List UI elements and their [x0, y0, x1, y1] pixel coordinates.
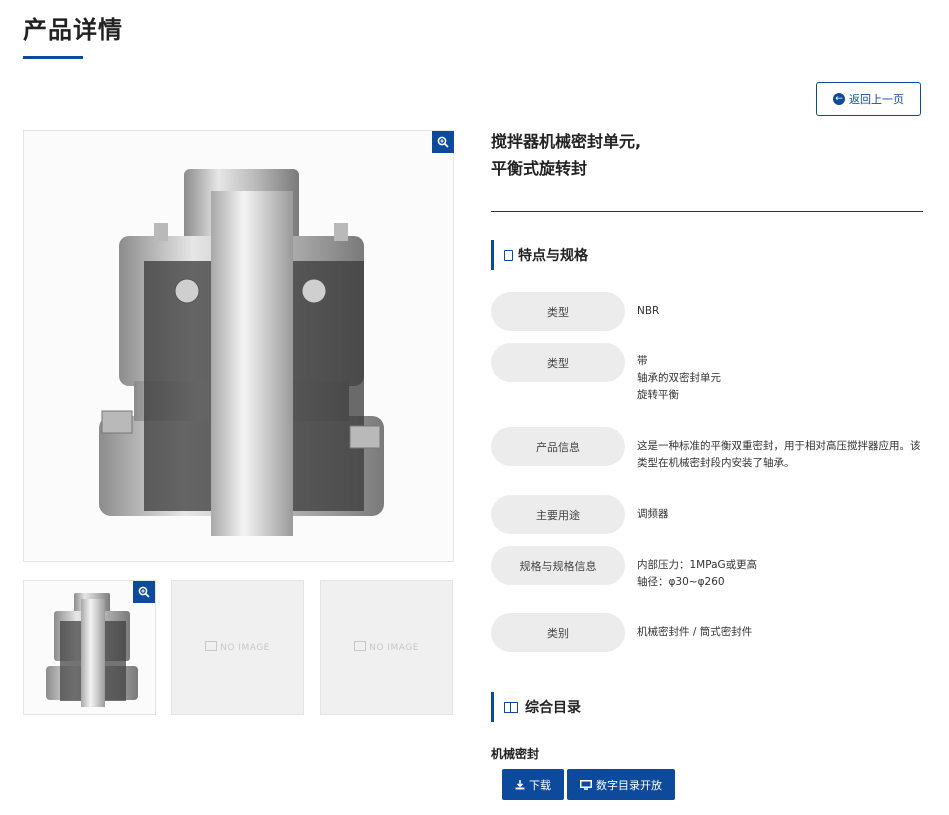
- back-button[interactable]: ← 返回上一页: [816, 82, 921, 116]
- spec-value-line: 轴承的双密封单元: [637, 372, 721, 384]
- spec-label: 规格与规格信息: [491, 546, 625, 585]
- catalog-item-label: 机械密封: [491, 747, 540, 761]
- download-icon: [515, 779, 525, 789]
- spec-value-line: 轴径：φ30~φ260: [637, 576, 725, 588]
- thumbnail-2[interactable]: NO IMAGE: [171, 580, 304, 715]
- open-digital-catalog-button[interactable]: 数字目录开放: [567, 769, 675, 800]
- spec-value: 这是一种标准的平衡双重密封，用于相对高压搅拌器应用。该类型在机械密封段内安装了轴…: [637, 440, 921, 469]
- download-button[interactable]: 下载: [502, 769, 564, 800]
- spec-value: 内部压力：1MPaG或更高 轴径：φ30~φ260: [637, 557, 922, 591]
- spec-value-line: 带: [637, 355, 648, 367]
- specs-section-title: 特点与规格: [491, 240, 588, 270]
- spec-label: 类别: [491, 613, 625, 652]
- spec-label: 主要用途: [491, 495, 625, 534]
- catalog-section-title-text: 综合目录: [525, 700, 581, 716]
- product-name-line1: 搅拌器机械密封单元,: [491, 132, 642, 151]
- divider: [491, 211, 923, 212]
- thumbnail-3[interactable]: NO IMAGE: [320, 580, 453, 715]
- image-icon: [205, 641, 218, 651]
- open-digital-catalog-label: 数字目录开放: [596, 778, 662, 792]
- download-button-label: 下载: [529, 778, 551, 792]
- zoom-in-icon[interactable]: [133, 581, 155, 603]
- spec-value-line: 内部压力：1MPaG或更高: [637, 559, 758, 571]
- monitor-icon: [580, 779, 592, 790]
- spec-value: NBR: [637, 305, 660, 317]
- main-product-image[interactable]: [23, 130, 454, 562]
- spec-value: 带 轴承的双密封单元 旋转平衡: [637, 353, 922, 404]
- spec-label: 类型: [491, 292, 625, 331]
- seal-unit-illustration: [99, 169, 384, 536]
- no-image-placeholder: NO IMAGE: [321, 641, 452, 653]
- page-title: 产品详情: [23, 16, 123, 44]
- spec-value: 机械密封件 / 筒式密封件: [637, 626, 753, 638]
- document-icon: [504, 249, 513, 261]
- zoom-in-icon[interactable]: [432, 131, 454, 153]
- product-name: 搅拌器机械密封单元, 平衡式旋转封: [491, 128, 641, 182]
- back-button-label: 返回上一页: [849, 93, 904, 106]
- spec-value: 调频器: [637, 508, 669, 520]
- image-icon: [354, 641, 367, 651]
- catalog-section-title: 综合目录: [491, 692, 581, 722]
- spec-value-line: 旋转平衡: [637, 389, 679, 401]
- no-image-placeholder: NO IMAGE: [172, 641, 303, 653]
- arrow-circle-left-icon: ←: [833, 93, 845, 105]
- spec-label: 类型: [491, 343, 625, 382]
- no-image-text: NO IMAGE: [220, 643, 270, 653]
- specs-section-title-text: 特点与规格: [518, 248, 588, 264]
- no-image-text: NO IMAGE: [369, 643, 419, 653]
- spec-label: 产品信息: [491, 427, 625, 466]
- product-name-line2: 平衡式旋转封: [491, 159, 588, 178]
- title-underline: [23, 56, 83, 59]
- book-icon: [504, 701, 518, 713]
